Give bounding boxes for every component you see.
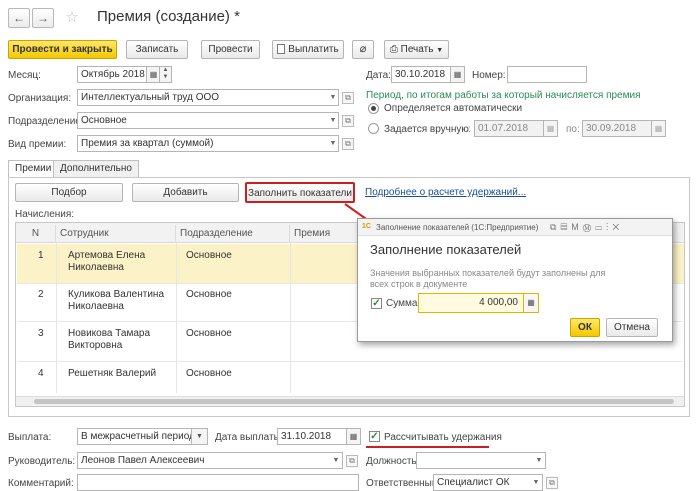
sum-input[interactable]: 4 000,00: [418, 293, 524, 313]
responsible-label: Ответственный:: [366, 478, 441, 489]
chevron-down-icon[interactable]: ▼: [192, 428, 208, 445]
dialog-description: Значения выбранных показателей будут зап…: [370, 268, 606, 289]
sum-label: Сумма: [386, 298, 418, 309]
position-field[interactable]: [416, 452, 546, 469]
payout-label: Выплата:: [8, 432, 52, 443]
manager-label: Руководитель:: [8, 456, 76, 467]
comment-label: Комментарий:: [8, 478, 74, 489]
app-logo-icon: 1С: [362, 223, 371, 230]
calc-deductions-checkbox[interactable]: ✓: [369, 431, 380, 442]
dialog-heading: Заполнение показателей: [370, 242, 522, 257]
open-icon[interactable]: ⧉: [546, 477, 558, 489]
link-icon[interactable]: ⧉: [550, 222, 560, 232]
cancel-button[interactable]: Отмена: [606, 318, 658, 337]
position-label: Должность:: [366, 456, 420, 467]
payout-field[interactable]: В межрасчетный период: [77, 428, 192, 445]
memory-icon[interactable]: M: [571, 222, 583, 232]
fill-indicators-dialog: 1С Заполнение показателей (1С:Предприяти…: [357, 218, 673, 342]
zoom-icon[interactable]: Ⓜ: [583, 222, 595, 232]
calendar-icon[interactable]: ▦: [347, 428, 361, 445]
dialog-window-controls[interactable]: ⧉▤MⓂ▭⋮✕: [550, 222, 623, 233]
open-icon[interactable]: ⧉: [346, 455, 358, 467]
chevron-down-icon[interactable]: ▼: [330, 452, 342, 469]
manager-field[interactable]: Леонов Павел Алексеевич: [77, 452, 343, 469]
responsible-field[interactable]: Специалист ОК: [433, 474, 543, 491]
calculator-icon[interactable]: ▦: [524, 293, 539, 313]
minimize-icon[interactable]: ▭: [595, 222, 606, 232]
dialog-window-title: Заполнение показателей (1С:Предприятие): [376, 223, 539, 232]
pay-date-field[interactable]: 31.10.2018: [277, 428, 347, 445]
comment-field[interactable]: [77, 474, 359, 491]
pay-date-label: Дата выплаты:: [215, 432, 284, 443]
calc-deductions-label: Рассчитывать удержания: [384, 432, 502, 443]
chevron-down-icon[interactable]: ▼: [533, 452, 545, 469]
calculator-icon[interactable]: ▤: [560, 222, 571, 232]
sum-checkbox[interactable]: ✓: [371, 298, 382, 309]
close-icon[interactable]: ✕: [612, 222, 623, 232]
annotation-underline: [366, 446, 489, 448]
chevron-down-icon[interactable]: ▼: [530, 474, 542, 491]
ok-button[interactable]: ОК: [570, 318, 600, 337]
